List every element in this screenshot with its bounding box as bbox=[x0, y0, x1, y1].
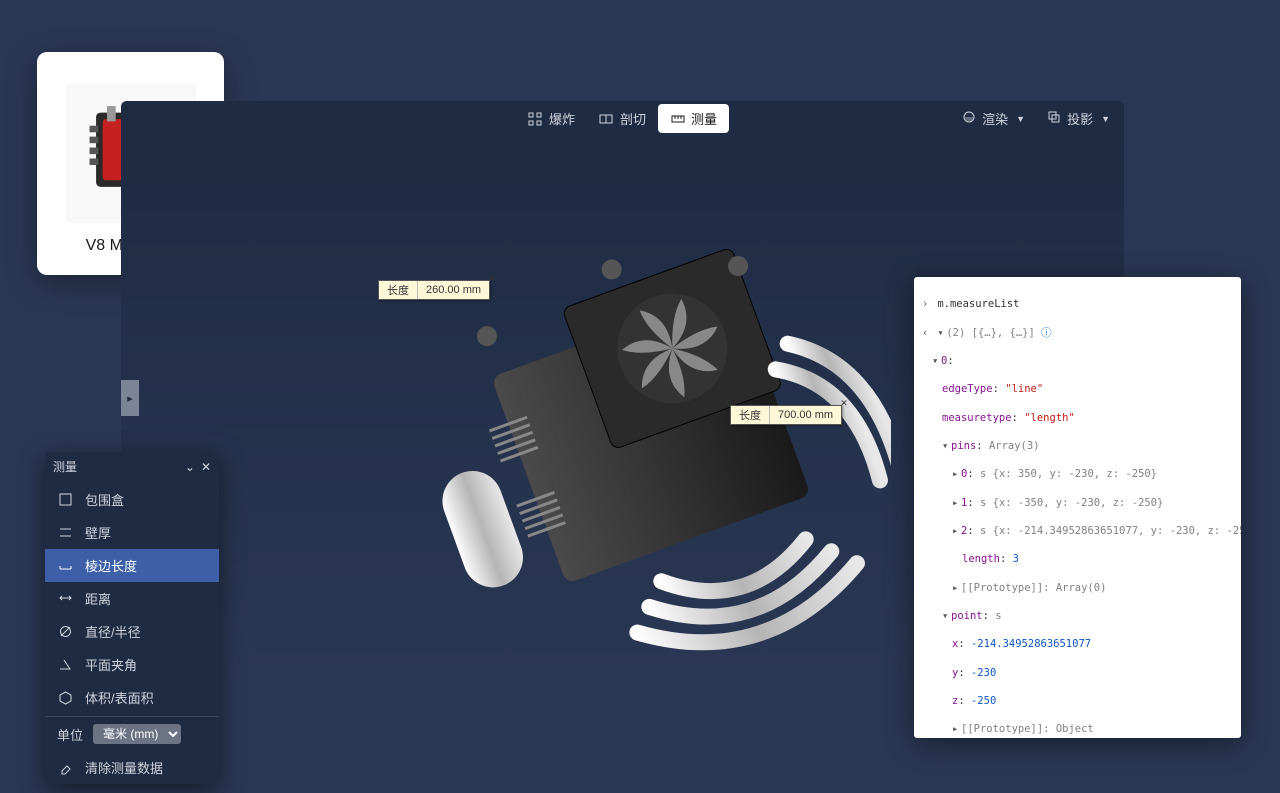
explode-icon bbox=[528, 111, 543, 126]
measure-item-distance[interactable]: 距离 bbox=[45, 582, 219, 615]
mode-explode-label: 爆炸 bbox=[549, 109, 575, 128]
mode-group: 爆炸 剖切 测量 bbox=[516, 104, 729, 133]
measure-item-label: 距离 bbox=[85, 589, 111, 608]
diameter-icon bbox=[57, 624, 73, 639]
edge-icon bbox=[57, 558, 73, 573]
measure-item-diameter[interactable]: 直径/半径 bbox=[45, 615, 219, 648]
measure-item-label: 平面夹角 bbox=[85, 655, 137, 674]
measure-tool-list: 包围盒 壁厚 棱边长度 距离 直径/半径 平面夹角 体积/表面积 bbox=[45, 481, 219, 716]
devtools-console[interactable]: › m.measureList ‹ ▾(2) [{…}, {…}] ⓘ ▾0: … bbox=[914, 277, 1241, 738]
measure-panel-title: 测量 bbox=[53, 458, 77, 475]
mode-measure[interactable]: 测量 bbox=[658, 104, 729, 133]
measure-label-key: 长度 bbox=[731, 406, 770, 424]
unit-label: 单位 bbox=[57, 725, 83, 744]
unit-select[interactable]: 毫米 (mm) bbox=[93, 724, 181, 744]
chevron-down-icon: ▼ bbox=[1016, 114, 1025, 124]
measure-label-value: 260.00 mm bbox=[418, 281, 489, 299]
mode-section-label: 剖切 bbox=[620, 109, 646, 128]
wall-icon bbox=[57, 525, 73, 540]
angle-icon bbox=[57, 657, 73, 672]
projection-label: 投影 bbox=[1067, 109, 1093, 128]
measure-item-label: 包围盒 bbox=[85, 490, 124, 509]
clear-label: 清除测量数据 bbox=[85, 758, 163, 777]
measure-item-label: 棱边长度 bbox=[85, 556, 137, 575]
console-body[interactable]: › m.measureList ‹ ▾(2) [{…}, {…}] ⓘ ▾0: … bbox=[914, 277, 1241, 738]
close-icon[interactable]: ✕ bbox=[485, 271, 499, 285]
measure-item-label: 壁厚 bbox=[85, 523, 111, 542]
close-icon[interactable]: ✕ bbox=[201, 460, 211, 474]
distance-icon bbox=[57, 591, 73, 606]
mode-section[interactable]: 剖切 bbox=[587, 104, 658, 133]
measure-item-edge[interactable]: 棱边长度 bbox=[45, 549, 219, 582]
render-dropdown[interactable]: 渲染 ▼ bbox=[962, 109, 1025, 128]
bbox-icon bbox=[57, 492, 73, 507]
volume-icon bbox=[57, 690, 73, 705]
measure-item-volume[interactable]: 体积/表面积 bbox=[45, 681, 219, 714]
collapse-icon[interactable]: ⌄ bbox=[185, 460, 195, 474]
measure-panel: 测量 ⌄ ✕ 包围盒 壁厚 棱边长度 距离 直径/半径 平面夹角 bbox=[45, 452, 219, 784]
measure-label-key: 长度 bbox=[379, 281, 418, 299]
measure-icon bbox=[670, 111, 685, 126]
eraser-icon bbox=[57, 760, 73, 775]
measure-label-0[interactable]: 长度 260.00 mm ✕ bbox=[378, 280, 490, 300]
measure-item-angle[interactable]: 平面夹角 bbox=[45, 648, 219, 681]
mode-explode[interactable]: 爆炸 bbox=[516, 104, 587, 133]
projection-dropdown[interactable]: 投影 ▼ bbox=[1047, 109, 1110, 128]
clear-measurements[interactable]: 清除测量数据 bbox=[45, 751, 219, 784]
measure-label-value: 700.00 mm bbox=[770, 406, 841, 424]
measure-label-1[interactable]: 长度 700.00 mm ✕ bbox=[730, 405, 842, 425]
section-icon bbox=[599, 111, 614, 126]
chevron-down-icon: ▼ bbox=[1101, 114, 1110, 124]
measure-item-label: 直径/半径 bbox=[85, 622, 141, 641]
measure-item-label: 体积/表面积 bbox=[85, 688, 154, 707]
expand-sidebar-tab[interactable]: ▸ bbox=[121, 380, 139, 416]
render-icon bbox=[962, 110, 976, 127]
mode-measure-label: 测量 bbox=[691, 109, 717, 128]
close-icon[interactable]: ✕ bbox=[837, 396, 851, 410]
measure-item-wall[interactable]: 壁厚 bbox=[45, 516, 219, 549]
projection-icon bbox=[1047, 110, 1061, 127]
engine-model[interactable] bbox=[411, 176, 891, 676]
render-label: 渲染 bbox=[982, 109, 1008, 128]
viewer-toolbar: 爆炸 剖切 测量 渲染 ▼ bbox=[121, 101, 1124, 136]
measure-item-bbox[interactable]: 包围盒 bbox=[45, 483, 219, 516]
